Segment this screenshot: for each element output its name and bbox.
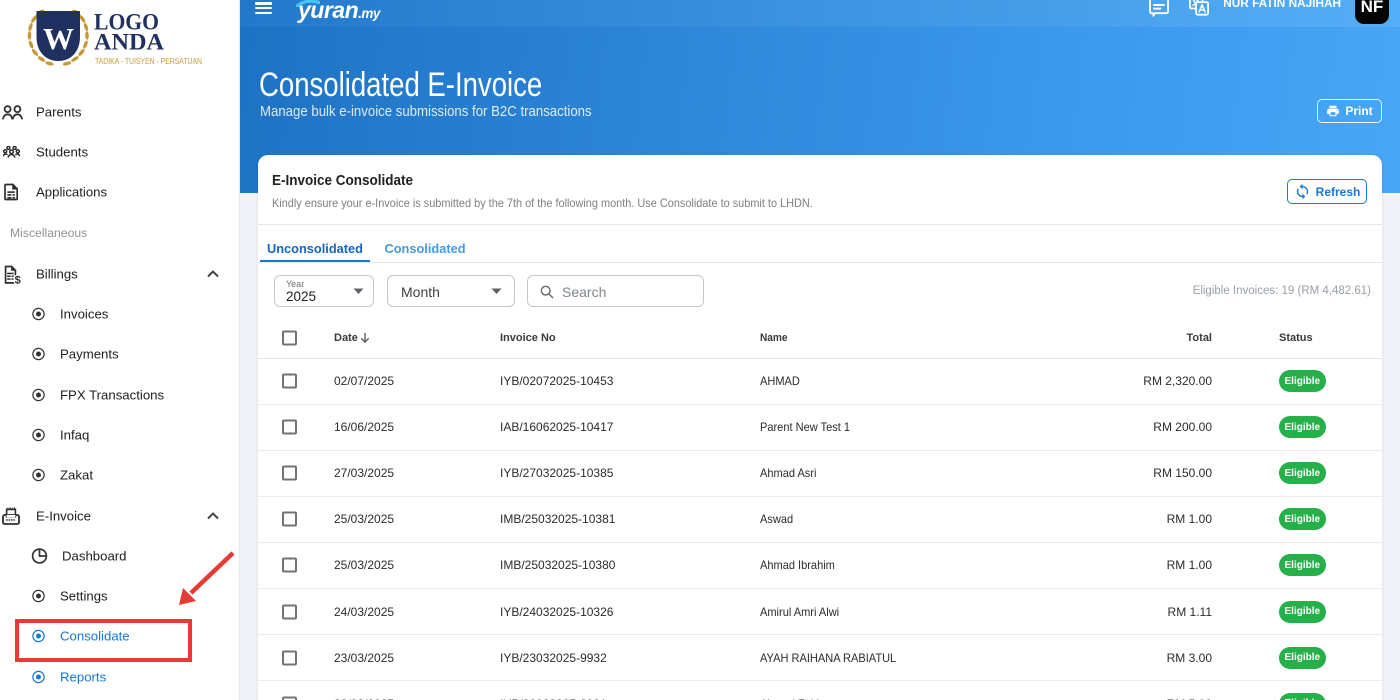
svg-text:ANDA: ANDA (94, 30, 164, 55)
svg-text:$: $ (15, 275, 21, 285)
svg-text:TADIKA - TUISYEN - PERSATUAN: TADIKA - TUISYEN - PERSATUAN (95, 57, 202, 66)
svg-text:W: W (43, 21, 74, 56)
